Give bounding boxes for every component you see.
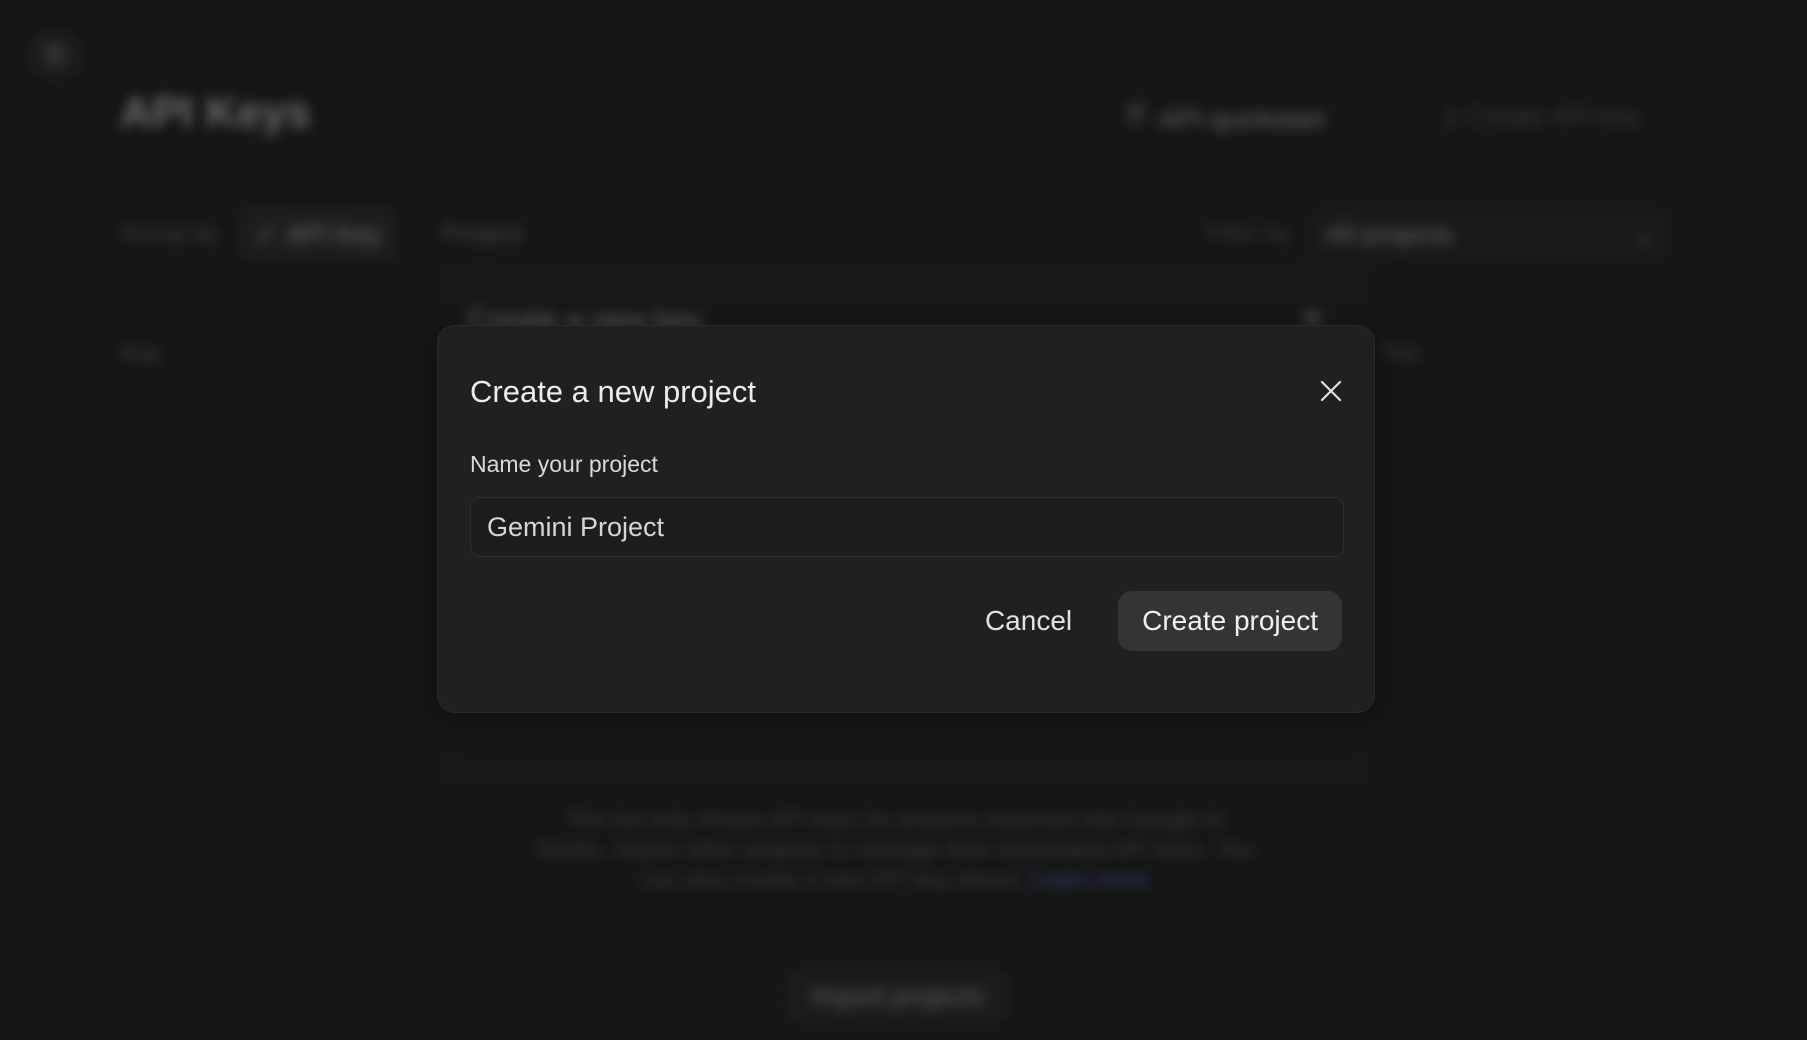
close-icon: [1320, 380, 1342, 402]
project-name-input[interactable]: [470, 497, 1344, 557]
dialog-title: Create a new project: [470, 374, 757, 409]
cancel-button[interactable]: Cancel: [961, 591, 1096, 651]
create-project-button[interactable]: Create project: [1118, 591, 1342, 651]
close-button[interactable]: [1314, 374, 1348, 408]
project-name-label: Name your project: [470, 451, 658, 477]
dialog-actions: Cancel Create project: [961, 591, 1342, 651]
create-project-dialog: Create a new project Name your project C…: [437, 325, 1375, 713]
